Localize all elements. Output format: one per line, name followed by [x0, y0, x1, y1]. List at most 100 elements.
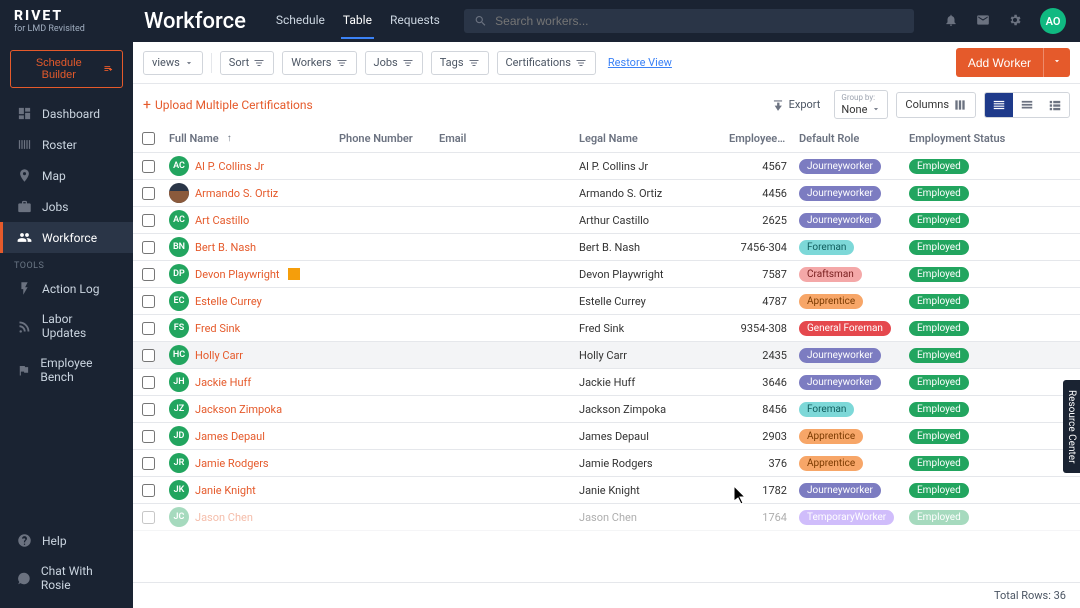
worker-name-link[interactable]: James Depaul [195, 430, 265, 443]
view-comfy[interactable] [1013, 93, 1041, 117]
sidebar-item-workforce[interactable]: Workforce [0, 222, 133, 253]
export-button[interactable]: Export [765, 94, 827, 116]
select-all-checkbox[interactable] [142, 132, 155, 145]
status-pill: Employed [909, 348, 969, 363]
role-pill: Journeyworker [799, 375, 881, 390]
row-checkbox[interactable] [142, 457, 155, 470]
worker-name-link[interactable]: Jason Chen [195, 511, 253, 524]
upload-certs-link[interactable]: +Upload Multiple Certifications [143, 97, 313, 113]
topnav-table[interactable]: Table [341, 3, 374, 39]
jobs-filter[interactable]: Jobs [365, 51, 423, 75]
sidebar-item-chat-with-rosie[interactable]: Chat With Rosie [0, 556, 133, 600]
table-row[interactable]: JHJackie HuffJackie Huff3646Journeyworke… [133, 369, 1080, 396]
col-phone[interactable]: Phone Number [333, 129, 433, 148]
add-worker-button[interactable]: Add Worker [956, 48, 1043, 77]
sidebar-item-employee-bench[interactable]: Employee Bench [0, 348, 133, 392]
restore-view-link[interactable]: Restore View [608, 56, 672, 69]
row-checkbox[interactable] [142, 241, 155, 254]
row-checkbox[interactable] [142, 349, 155, 362]
cell-status: Employed [903, 426, 1023, 447]
col-empid[interactable]: Employee ID [723, 129, 793, 148]
table-row[interactable]: ACAl P. Collins JrAl P. Collins Jr4567Jo… [133, 153, 1080, 180]
cell-phone [333, 379, 433, 385]
cell-legal: Jackson Zimpoka [573, 400, 723, 419]
table-row[interactable]: FSFred SinkFred Sink9354-308General Fore… [133, 315, 1080, 342]
table-row[interactable]: JCJason ChenJason Chen1764TemporaryWorke… [133, 504, 1080, 531]
table-row[interactable]: JZJackson ZimpokaJackson Zimpoka8456Fore… [133, 396, 1080, 423]
view-compact[interactable] [985, 93, 1013, 117]
worker-name-link[interactable]: Jackson Zimpoka [195, 403, 282, 416]
sidebar-item-dashboard[interactable]: Dashboard [0, 98, 133, 129]
col-status[interactable]: Employment Status [903, 129, 1023, 148]
worker-name-link[interactable]: Jamie Rodgers [195, 457, 269, 470]
table-row[interactable]: BNBert B. NashBert B. Nash7456-304Forema… [133, 234, 1080, 261]
schedule-builder-button[interactable]: Schedule Builder [10, 50, 123, 88]
topnav-schedule[interactable]: Schedule [274, 3, 327, 39]
col-role[interactable]: Default Role [793, 129, 903, 148]
table-row[interactable]: HCHolly CarrHolly Carr2435JourneyworkerE… [133, 342, 1080, 369]
row-checkbox[interactable] [142, 160, 155, 173]
worker-name-link[interactable]: Holly Carr [195, 349, 243, 362]
table-row[interactable]: JRJamie RodgersJamie Rodgers376Apprentic… [133, 450, 1080, 477]
workforce-icon [17, 230, 32, 245]
row-checkbox[interactable] [142, 268, 155, 281]
workers-filter[interactable]: Workers [282, 51, 356, 75]
table-row[interactable]: JDJames DepaulJames Depaul2903Apprentice… [133, 423, 1080, 450]
status-pill: Employed [909, 402, 969, 417]
worker-name-link[interactable]: Al P. Collins Jr [195, 160, 264, 173]
table-row[interactable]: JKJanie KnightJanie Knight1782Journeywor… [133, 477, 1080, 504]
mail-icon[interactable] [976, 13, 990, 30]
row-checkbox[interactable] [142, 511, 155, 524]
worker-name-link[interactable]: Bert B. Nash [195, 241, 256, 254]
worker-name-link[interactable]: Janie Knight [195, 484, 256, 497]
table-row[interactable]: ECEstelle CurreyEstelle Currey4787Appren… [133, 288, 1080, 315]
user-avatar[interactable]: AO [1040, 8, 1066, 34]
worker-name-link[interactable]: Estelle Currey [195, 295, 262, 308]
worker-name-link[interactable]: Armando S. Ortiz [195, 187, 278, 200]
cell-role: Journeyworker [793, 372, 903, 393]
row-checkbox[interactable] [142, 322, 155, 335]
col-legal[interactable]: Legal Name [573, 129, 723, 148]
status-pill: Employed [909, 294, 969, 309]
add-worker-dropdown[interactable] [1043, 48, 1070, 77]
tags-filter[interactable]: Tags [431, 51, 489, 75]
sidebar-item-labor-updates[interactable]: Labor Updates [0, 304, 133, 348]
worker-name-link[interactable]: Devon Playwright [195, 268, 280, 281]
sidebar-item-action-log[interactable]: Action Log [0, 273, 133, 304]
search-input[interactable] [495, 14, 904, 28]
topnav-requests[interactable]: Requests [388, 3, 442, 39]
sidebar-item-roster[interactable]: Roster [0, 129, 133, 160]
views-dropdown[interactable]: views [143, 51, 203, 75]
col-fullname[interactable]: Full Name↑ [163, 129, 333, 148]
table-row[interactable]: Armando S. OrtizArmando S. Ortiz4456Jour… [133, 180, 1080, 207]
worker-name-link[interactable]: Art Castillo [195, 214, 249, 227]
worker-name-link[interactable]: Jackie Huff [195, 376, 251, 389]
row-checkbox[interactable] [142, 430, 155, 443]
search-box[interactable] [464, 9, 914, 33]
row-checkbox[interactable] [142, 376, 155, 389]
col-email[interactable]: Email [433, 129, 573, 148]
sidebar-item-help[interactable]: Help [0, 525, 133, 556]
notifications-icon[interactable] [944, 13, 958, 30]
cell-phone [333, 217, 433, 223]
worker-name-link[interactable]: Fred Sink [195, 322, 240, 335]
certs-filter[interactable]: Certifications [497, 51, 596, 75]
view-list[interactable] [1041, 93, 1069, 117]
columns-button[interactable]: Columns [896, 92, 976, 118]
group-by-dropdown[interactable]: Group by: None [834, 90, 888, 119]
resource-center-tab[interactable]: Resource Center [1063, 380, 1080, 473]
row-checkbox[interactable] [142, 214, 155, 227]
sort-filter[interactable]: Sort [220, 51, 274, 75]
table-row[interactable]: DPDevon PlaywrightDevon Playwright7587Cr… [133, 261, 1080, 288]
table-wrap[interactable]: Full Name↑ Phone Number Email Legal Name… [133, 125, 1080, 582]
cell-status: Employed [903, 318, 1023, 339]
row-checkbox[interactable] [142, 484, 155, 497]
row-checkbox[interactable] [142, 187, 155, 200]
table-row[interactable]: ACArt CastilloArthur Castillo2625Journey… [133, 207, 1080, 234]
row-checkbox[interactable] [142, 403, 155, 416]
row-checkbox[interactable] [142, 295, 155, 308]
cell-phone [333, 487, 433, 493]
sidebar-item-map[interactable]: Map [0, 160, 133, 191]
settings-icon[interactable] [1008, 13, 1022, 30]
sidebar-item-jobs[interactable]: Jobs [0, 191, 133, 222]
